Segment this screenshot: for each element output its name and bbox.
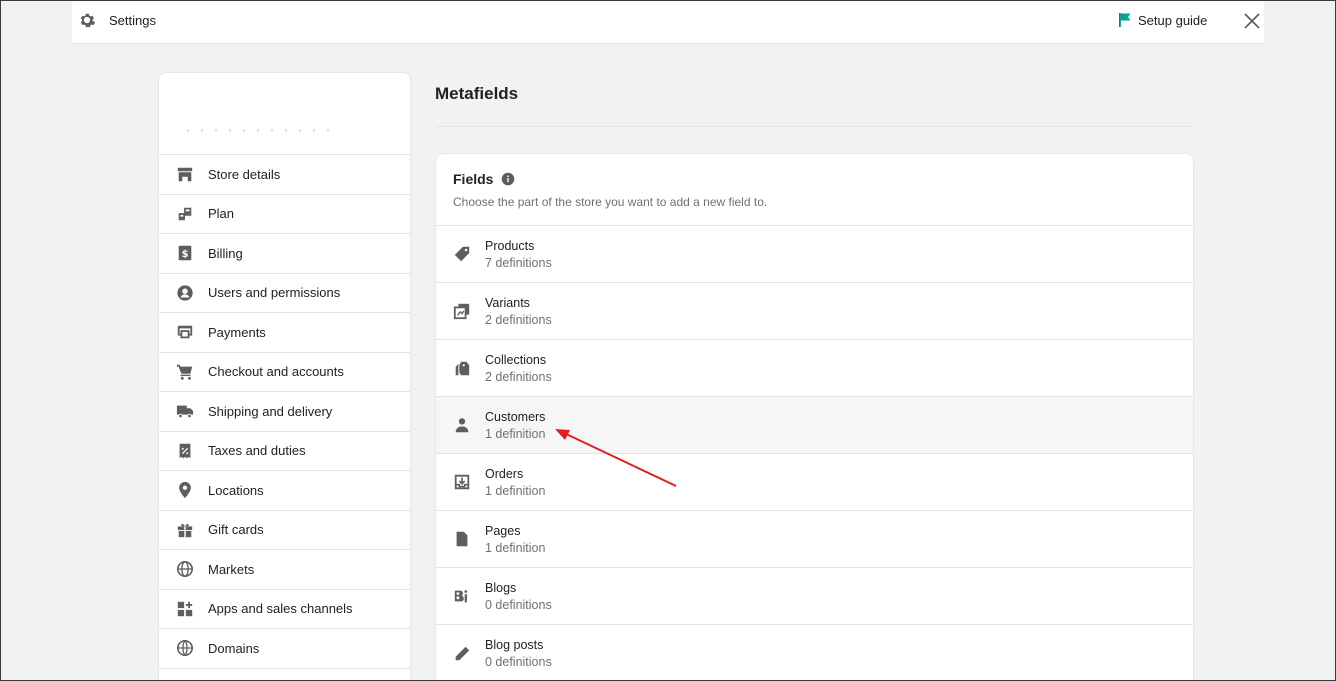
sidebar-item-label: Taxes and duties [208, 443, 306, 459]
flag-icon [1119, 13, 1131, 27]
sidebar-item-shipping[interactable]: Shipping and delivery [159, 392, 410, 432]
person-icon [455, 418, 469, 433]
store-name-placeholder [181, 129, 341, 132]
field-row-pages[interactable]: Pages 1 definition [436, 511, 1193, 568]
field-row-variants[interactable]: Variants 2 definitions [436, 283, 1193, 340]
sidebar-item-label: Markets [208, 561, 255, 577]
field-name: Products [485, 238, 535, 253]
collections-icon [455, 361, 470, 376]
sidebar-item-gift-cards[interactable]: Gift cards [159, 511, 410, 550]
tag-icon [454, 246, 470, 262]
store-header [159, 73, 410, 155]
field-name: Blog posts [485, 638, 544, 652]
field-row-products[interactable]: Products 7 definitions [436, 226, 1193, 283]
field-count: 1 definition [485, 483, 546, 498]
fields-card-header: Fields Choose the part of the store you … [436, 154, 1193, 226]
page-title: Metafields [435, 84, 519, 103]
field-name: Blogs [485, 580, 517, 595]
field-row-customers[interactable]: Customers 1 definition [436, 397, 1193, 454]
field-name: Customers [485, 409, 546, 424]
field-row-blogs[interactable]: Blogs 0 definitions [436, 568, 1193, 625]
field-count: 1 definition [485, 426, 546, 441]
sidebar-item-store-details[interactable]: Store details [159, 155, 410, 195]
sidebar-item-locations[interactable]: Locations [159, 471, 410, 511]
store-icon [177, 167, 193, 182]
svg-text:$: $ [182, 249, 189, 260]
gift-icon [177, 523, 193, 537]
billing-icon: $ [178, 246, 192, 261]
field-row-collections[interactable]: Collections 2 definitions [436, 340, 1193, 397]
location-pin-icon [179, 482, 191, 499]
field-count: 0 definitions [485, 597, 552, 612]
blog-icon [454, 590, 468, 603]
variants-icon [453, 303, 470, 320]
field-count: 7 definitions [485, 255, 552, 270]
field-row-blog-posts[interactable]: Blog posts 0 definitions [436, 625, 1193, 680]
sidebar-item-label: Checkout and accounts [208, 364, 344, 380]
cart-icon [176, 364, 193, 380]
gear-icon [80, 13, 96, 28]
top-bar: Settings Setup guide [72, 1, 1264, 44]
sidebar-item-checkout[interactable]: Checkout and accounts [159, 353, 410, 392]
close-icon[interactable] [1242, 11, 1262, 31]
sidebar-item-label: Domains [208, 640, 260, 656]
settings-sidebar: Store details Plan $ Billing Users and p… [158, 72, 411, 681]
sidebar-item-domains[interactable]: Domains [159, 629, 410, 669]
truck-icon [176, 405, 194, 419]
info-icon[interactable] [501, 172, 515, 186]
sidebar-item-apps[interactable]: Apps and sales channels [159, 590, 410, 629]
page-icon [456, 531, 468, 547]
sidebar-item-label: Users and permissions [208, 285, 341, 301]
field-count: 2 definitions [485, 312, 552, 327]
fields-title: Fields [453, 171, 494, 187]
sidebar-item-label: Store details [208, 166, 281, 182]
tax-icon [179, 443, 191, 458]
apps-icon [177, 601, 193, 616]
globe-icon [176, 561, 194, 578]
orders-icon [454, 474, 470, 490]
field-count: 1 definition [485, 540, 546, 555]
pencil-icon [455, 646, 470, 660]
domains-icon [176, 640, 194, 657]
sidebar-item-markets[interactable]: Markets [159, 550, 410, 590]
sidebar-item-taxes[interactable]: Taxes and duties [159, 432, 410, 471]
divider [435, 126, 1194, 127]
field-name: Orders [485, 466, 524, 481]
field-name: Variants [485, 295, 530, 310]
user-circle-icon [177, 285, 193, 301]
field-count: 0 definitions [485, 655, 552, 669]
sidebar-item-payments[interactable]: Payments [159, 313, 410, 353]
main-content: Metafields [435, 72, 1194, 127]
sidebar-item-label: Plan [208, 206, 235, 222]
fields-card: Fields Choose the part of the store you … [435, 153, 1194, 681]
field-name: Pages [485, 523, 521, 538]
sidebar-item-label: Locations [208, 482, 264, 498]
sidebar-item-label: Gift cards [208, 522, 264, 538]
sidebar-item-partial[interactable] [159, 669, 410, 681]
sidebar-item-label: Billing [208, 245, 243, 261]
sidebar-item-plan[interactable]: Plan [159, 195, 410, 234]
plan-icon [178, 207, 192, 221]
field-row-orders[interactable]: Orders 1 definition [436, 454, 1193, 511]
field-name: Collections [485, 352, 547, 367]
payments-icon [177, 325, 193, 339]
sidebar-item-label: Payments [208, 324, 266, 340]
sidebar-item-label: Apps and sales channels [208, 601, 353, 617]
sidebar-item-users[interactable]: Users and permissions [159, 274, 410, 313]
sidebar-item-billing[interactable]: $ Billing [159, 234, 410, 274]
fields-description: Choose the part of the store you want to… [453, 195, 768, 209]
setup-guide-button[interactable]: Setup guide [1118, 12, 1207, 28]
sidebar-item-label: Shipping and delivery [208, 403, 333, 419]
field-count: 2 definitions [485, 369, 552, 384]
settings-title: Settings [109, 13, 156, 28]
setup-guide-label: Setup guide [1138, 12, 1208, 28]
